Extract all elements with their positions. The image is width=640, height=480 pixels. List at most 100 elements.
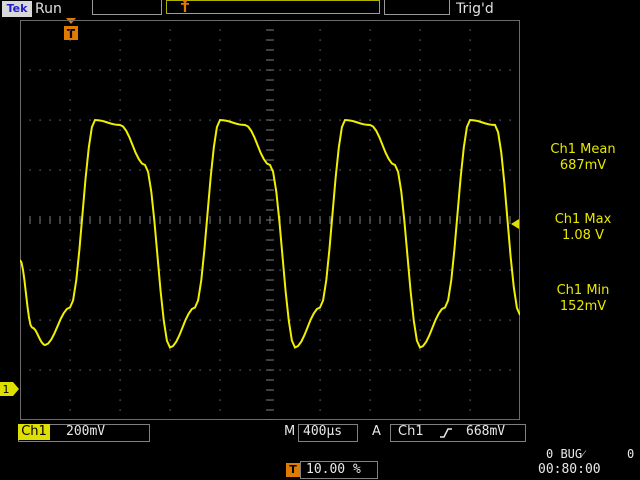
grid-dot	[49, 319, 51, 321]
grid-dot	[469, 89, 471, 91]
grid-dot	[339, 319, 341, 321]
grid-dot	[469, 399, 471, 401]
grid-dot	[139, 269, 141, 271]
grid-dot	[169, 39, 171, 41]
trigger-level-marker-icon[interactable]	[511, 219, 520, 229]
measurement-min-label: Ch1 Min	[556, 283, 610, 298]
grid-dot	[319, 289, 321, 291]
grid-dot	[419, 39, 421, 41]
grid-dot	[319, 309, 321, 311]
grid-dot	[139, 169, 141, 171]
grid-dot	[169, 209, 171, 211]
grid-dot	[379, 69, 381, 71]
grid-dot	[459, 319, 461, 321]
grid-dot	[499, 119, 501, 121]
grid-dot	[39, 269, 41, 271]
grid-dot	[219, 199, 221, 201]
grid-dot	[289, 119, 291, 121]
grid-dot	[369, 139, 371, 141]
grid-dot	[519, 369, 520, 371]
grid-dot	[369, 79, 371, 81]
grid-dot	[189, 269, 191, 271]
grid-dot	[119, 309, 121, 311]
grid-dot	[419, 199, 421, 201]
grid-dot	[369, 89, 371, 91]
grid-dot	[369, 129, 371, 131]
grid-dot	[189, 69, 191, 71]
grid-dot	[20, 269, 21, 271]
grid-dot	[219, 319, 221, 321]
grid-dot	[169, 239, 171, 241]
grid-dot	[189, 369, 191, 371]
grid-dot	[319, 119, 321, 121]
grid-dot	[69, 119, 71, 121]
grid-dot	[339, 369, 341, 371]
grid-dot	[239, 369, 241, 371]
grid-dot	[429, 69, 431, 71]
grid-dot	[319, 399, 321, 401]
grid-dot	[219, 169, 221, 171]
grid-dot	[59, 269, 61, 271]
grid-dot	[509, 369, 511, 371]
grid-dot	[119, 139, 121, 141]
grid-dot	[379, 369, 381, 371]
grid-dot	[119, 99, 121, 101]
grid-dot	[369, 399, 371, 401]
timebase-value: 400µs	[303, 424, 343, 439]
grid-dot	[519, 269, 520, 271]
grid-dot	[469, 269, 471, 271]
grid-dot	[169, 169, 171, 171]
grid-dot	[59, 119, 61, 121]
grid-dot	[39, 369, 41, 371]
grid-dot	[299, 169, 301, 171]
measurement-max-label: Ch1 Max	[554, 212, 612, 227]
grid-dot	[29, 169, 31, 171]
grid-dot	[469, 409, 471, 411]
bug-counter: 0 BUG⁄	[546, 447, 585, 461]
grid-dot	[389, 269, 391, 271]
grid-dot	[319, 189, 321, 191]
grid-dot	[279, 69, 281, 71]
channel1-ground-marker-icon[interactable]: 1	[0, 382, 20, 396]
grid-dot	[319, 149, 321, 151]
grid-dot	[369, 109, 371, 111]
grid-dot	[39, 319, 41, 321]
grid-dot	[169, 319, 171, 321]
grid-dot	[509, 319, 511, 321]
grid-dot	[369, 209, 371, 211]
grid-dot	[149, 119, 151, 121]
grid-dot	[199, 319, 201, 321]
grid-dot	[369, 309, 371, 311]
grid-dot	[69, 339, 71, 341]
grid-dot	[49, 169, 51, 171]
grid-dot	[139, 119, 141, 121]
grid-dot	[159, 319, 161, 321]
measurement-mean-value: 687mV	[559, 158, 607, 173]
grid-dot	[29, 269, 31, 271]
grid-dot	[359, 119, 361, 121]
grid-dot	[419, 279, 421, 281]
grid-dot	[449, 119, 451, 121]
grid-dot	[519, 119, 520, 121]
grid-dot	[89, 169, 91, 171]
grid-dot	[319, 419, 321, 420]
grid-dot	[239, 319, 241, 321]
grid-dot	[509, 119, 511, 121]
waveform-display[interactable]	[20, 20, 520, 420]
grid-dot	[79, 319, 81, 321]
grid-dot	[499, 319, 501, 321]
grid-dot	[319, 349, 321, 351]
grid-dot	[169, 129, 171, 131]
grid-dot	[169, 109, 171, 111]
grid-dot	[329, 269, 331, 271]
grid-dot	[69, 269, 71, 271]
grid-dot	[439, 269, 441, 271]
grid-dot	[219, 39, 221, 41]
grid-dot	[469, 339, 471, 341]
grid-dot	[69, 359, 71, 361]
grid-dot	[219, 229, 221, 231]
grid-dot	[319, 109, 321, 111]
grid-dot	[419, 139, 421, 141]
grid-dot	[219, 49, 221, 51]
main-timebase-label: M	[284, 424, 296, 439]
